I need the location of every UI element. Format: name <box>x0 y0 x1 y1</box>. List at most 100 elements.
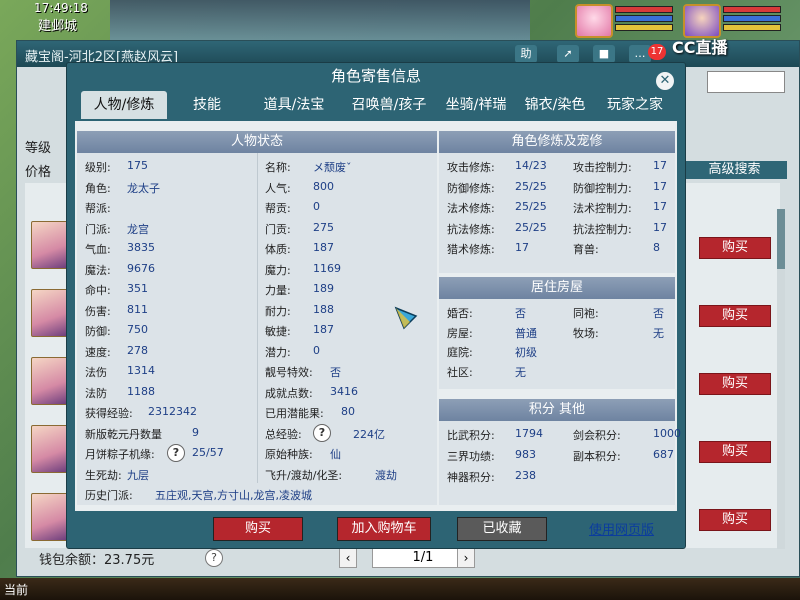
current-channel-label[interactable]: 当前 <box>4 581 28 598</box>
cultivation-label: 抗法控制力: <box>573 222 632 236</box>
house-value: 否 <box>653 307 664 320</box>
stat-label: 成就点数: <box>265 386 313 400</box>
stat-value: 187 <box>313 241 334 254</box>
help-icon[interactable]: ? <box>205 549 223 567</box>
stat-label: 体质: <box>265 243 291 256</box>
stat-value: 0 <box>313 200 320 213</box>
buy-button[interactable]: 购买 <box>213 517 303 541</box>
cultivation-value: 17 <box>653 179 667 193</box>
tab-player-home[interactable]: 玩家之家 <box>595 91 675 119</box>
stat-value: 五庄观,天宫,方寸山,龙宫,凌波城 <box>155 489 312 502</box>
stat-label: 角色: <box>85 181 111 195</box>
listing-avatar[interactable] <box>31 357 69 405</box>
score-value: 1000 <box>653 427 681 440</box>
player-status-bars <box>723 6 783 34</box>
score-value: 1794 <box>515 427 543 440</box>
tab-summons[interactable]: 召唤兽/孩子 <box>339 91 439 119</box>
stat-label: 门派: <box>85 222 111 236</box>
store-search-input[interactable] <box>707 71 785 93</box>
house-value: 初级 <box>515 346 537 359</box>
stat-label: 潜力: <box>265 345 291 359</box>
listing-scrollbar[interactable] <box>777 209 785 549</box>
help-icon[interactable]: ? <box>167 444 185 462</box>
house-value: 无 <box>653 326 664 340</box>
listing-buy-button[interactable]: 购买 <box>699 305 771 327</box>
close-icon[interactable]: ✕ <box>656 72 674 90</box>
stat-value: 3835 <box>127 241 155 254</box>
stat-label: 门贡: <box>265 222 291 236</box>
help-button[interactable]: 助 <box>515 45 537 63</box>
stat-label: 人气: <box>265 181 291 195</box>
stat-label: 名称: <box>265 161 291 174</box>
cultivation-label: 防御修炼: <box>447 181 495 195</box>
prev-page-button[interactable]: ‹ <box>339 548 357 568</box>
stat-label: 月饼粽子机缘: <box>85 448 155 461</box>
stat-label: 法伤 <box>85 366 107 379</box>
listing-avatar[interactable] <box>31 289 69 337</box>
stat-value: 龙太子 <box>127 181 160 195</box>
listing-buy-button[interactable]: 购买 <box>699 237 771 259</box>
tab-outfits[interactable]: 锦衣/染色 <box>515 91 595 119</box>
stat-value: 750 <box>127 323 148 336</box>
listing-avatar[interactable] <box>31 493 69 541</box>
stop-icon[interactable]: ■ <box>593 45 615 63</box>
tab-skills[interactable]: 技能 <box>175 91 239 119</box>
cultivation-label: 法术修炼: <box>447 202 495 215</box>
use-web-version-link[interactable]: 使用网页版 <box>589 519 654 538</box>
tab-items[interactable]: 道具/法宝 <box>251 91 337 119</box>
status-panel: 级别: 175 角色: 龙太子 帮派: 门派: 龙宫 气血: 3835 魔法: 9676 命中: 351… <box>77 153 437 505</box>
stat-value: 1314 <box>127 364 155 377</box>
stat-value: 25/57 <box>192 446 224 459</box>
stat-value: 1188 <box>127 384 155 398</box>
pet-portrait[interactable] <box>575 4 613 38</box>
house-panel-title: 居住房屋 <box>439 277 675 299</box>
stat-value: メ颓废ˇ <box>313 161 352 174</box>
cultivation-label: 抗法修炼: <box>447 222 495 236</box>
player-portrait[interactable] <box>683 4 721 38</box>
cultivation-value: 25/25 <box>515 179 547 193</box>
game-scene: 17:49:18 建邺城 藏宝阁-河北2区[燕赵风云] 助 ➚ ■ … 等级 价… <box>0 0 800 600</box>
stat-label: 原始种族: <box>265 448 313 461</box>
stat-value: 龙宫 <box>127 222 149 236</box>
share-icon[interactable]: ➚ <box>557 45 579 63</box>
score-label: 比武积分: <box>447 429 495 442</box>
dialog-tabs: 人物/修炼 技能 道具/法宝 召唤兽/孩子 坐骑/祥瑞 锦衣/染色 玩家之家 <box>75 91 675 121</box>
status-panel-title: 人物状态 <box>77 131 437 153</box>
house-label: 庭院: <box>447 346 473 359</box>
tab-mounts[interactable]: 坐骑/祥瑞 <box>431 91 521 119</box>
next-page-button[interactable]: › <box>457 548 475 568</box>
stat-value: 188 <box>313 302 334 316</box>
stat-label: 帮贡: <box>265 202 291 215</box>
stat-label: 力量: <box>265 284 291 297</box>
stat-label: 速度: <box>85 345 111 359</box>
stat-value: 9676 <box>127 261 155 275</box>
house-panel: 婚否: 否同袍: 否房屋: 普通 牧场: 无庭院: 初级 社区: 无 <box>439 299 675 389</box>
collected-button[interactable]: 已收藏 <box>457 517 547 541</box>
game-clock: 17:49:18 <box>34 1 88 15</box>
house-label: 社区: <box>447 365 473 379</box>
listing-buy-button[interactable]: 购买 <box>699 509 771 531</box>
advanced-search-button[interactable]: 高级搜索 <box>682 161 787 179</box>
add-to-cart-button[interactable]: 加入购物车 <box>337 517 431 541</box>
cultivation-label: 攻击控制力: <box>573 161 632 174</box>
stat-label: 魔力: <box>265 263 291 277</box>
cultivation-value: 17 <box>653 220 667 234</box>
cultivation-value: 17 <box>653 159 667 172</box>
listing-avatar[interactable] <box>31 425 69 473</box>
listing-buy-button[interactable]: 购买 <box>699 441 771 463</box>
scrollbar-thumb[interactable] <box>777 209 785 269</box>
stat-label: 防御: <box>85 325 111 338</box>
cursor-gem-icon <box>394 306 418 330</box>
stat-value: 1169 <box>313 261 341 275</box>
house-label: 牧场: <box>573 326 599 340</box>
tab-character[interactable]: 人物/修炼 <box>81 91 167 119</box>
cultivation-label: 育兽: <box>573 243 599 256</box>
listing-avatar[interactable] <box>31 221 69 269</box>
listing-buy-button[interactable]: 购买 <box>699 373 771 395</box>
cultivation-panel-title: 角色修炼及宠修 <box>439 131 675 153</box>
cultivation-label: 法术控制力: <box>573 202 632 215</box>
stat-label: 法防 <box>85 386 107 400</box>
help-icon[interactable]: ? <box>313 423 331 442</box>
stat-value: 800 <box>313 179 334 193</box>
stat-label: 生死劫: <box>85 468 122 482</box>
